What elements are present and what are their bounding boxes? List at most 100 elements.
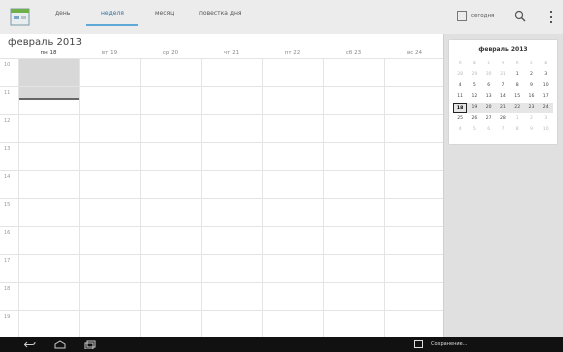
weekday-label: п bbox=[515, 60, 519, 65]
day-header[interactable]: чт 21 bbox=[201, 50, 262, 56]
mini-calendar-day[interactable]: 4 bbox=[453, 125, 467, 135]
search-icon[interactable] bbox=[514, 10, 528, 22]
hour-row[interactable]: 18 bbox=[0, 282, 443, 311]
hour-label: 12 bbox=[4, 118, 11, 124]
day-column-divider bbox=[384, 58, 385, 337]
weekday-label: в bbox=[473, 60, 476, 65]
day-header[interactable]: пт 22 bbox=[262, 50, 323, 56]
mini-calendar-day[interactable]: 29 bbox=[467, 70, 481, 80]
mini-calendar-day[interactable]: 26 bbox=[467, 114, 481, 124]
hour-label: 13 bbox=[4, 146, 11, 152]
tab-day[interactable]: день bbox=[55, 10, 70, 17]
day-header[interactable]: пн 18 bbox=[18, 50, 79, 56]
mini-calendar-day[interactable]: 28 bbox=[496, 114, 510, 124]
mini-calendar-day[interactable]: 28 bbox=[453, 70, 467, 80]
day-header[interactable]: вт 19 bbox=[79, 50, 140, 56]
calendar-today-icon bbox=[457, 11, 467, 21]
mini-calendar-day[interactable]: 22 bbox=[510, 103, 524, 113]
mini-calendar-week: 4 5 6 7 8 9 10 bbox=[453, 81, 553, 91]
hour-label: 10 bbox=[4, 62, 11, 68]
tab-week[interactable]: неделя bbox=[101, 10, 124, 17]
mini-calendar-day[interactable]: 23 bbox=[524, 103, 538, 113]
hour-row[interactable]: 16 bbox=[0, 226, 443, 255]
mini-calendar-week: 28 29 30 31 1 2 3 bbox=[453, 70, 553, 80]
mini-calendar-day[interactable]: 14 bbox=[496, 92, 510, 102]
hour-row[interactable]: 12 bbox=[0, 114, 443, 143]
mini-calendar-day[interactable]: 16 bbox=[524, 92, 538, 102]
mini-calendar-day[interactable]: 20 bbox=[482, 103, 496, 113]
hour-label: 15 bbox=[4, 202, 11, 208]
mini-calendar-day[interactable]: 18 bbox=[453, 103, 468, 113]
mini-calendar-day[interactable]: 10 bbox=[539, 81, 553, 91]
hour-row[interactable]: 15 bbox=[0, 198, 443, 227]
hour-row[interactable]: 19 bbox=[0, 310, 443, 339]
today-button[interactable]: сегодня bbox=[457, 9, 494, 23]
day-column-divider bbox=[140, 58, 141, 337]
mini-calendar-day[interactable]: 17 bbox=[539, 92, 553, 102]
mini-calendar[interactable]: февраль 2013 п в с ч п с в 28 29 30 31 1 2 3 4 5 6 7 8 9 10 1… bbox=[449, 40, 557, 144]
mini-calendar-day[interactable]: 1 bbox=[510, 114, 524, 124]
weekday-label: п bbox=[458, 60, 462, 65]
mini-calendar-day[interactable]: 4 bbox=[453, 81, 467, 91]
mini-calendar-day[interactable]: 6 bbox=[482, 125, 496, 135]
mini-calendar-day[interactable]: 11 bbox=[453, 92, 467, 102]
back-icon[interactable] bbox=[24, 340, 36, 349]
mini-calendar-day[interactable]: 31 bbox=[496, 70, 510, 80]
active-tab-indicator bbox=[86, 24, 138, 26]
mini-calendar-day[interactable]: 7 bbox=[496, 125, 510, 135]
mini-calendar-day[interactable]: 24 bbox=[539, 103, 553, 113]
hour-row[interactable]: 14 bbox=[0, 170, 443, 199]
overflow-menu-icon[interactable] bbox=[549, 11, 553, 23]
week-grid[interactable]: 10 11 12 13 14 15 16 17 18 19 bbox=[0, 58, 446, 339]
mini-calendar-day[interactable]: 8 bbox=[510, 125, 524, 135]
mini-calendar-day[interactable]: 9 bbox=[524, 125, 538, 135]
hour-row[interactable]: 10 bbox=[0, 58, 443, 87]
calendar-app-icon[interactable] bbox=[10, 6, 30, 26]
mini-calendar-week: 11 12 13 14 15 16 17 bbox=[453, 92, 553, 102]
mini-calendar-day[interactable]: 30 bbox=[482, 70, 496, 80]
tab-agenda[interactable]: повестка дня bbox=[199, 10, 242, 17]
hour-row[interactable]: 13 bbox=[0, 142, 443, 171]
system-navigation-bar: Сохранение... bbox=[0, 337, 563, 352]
mini-calendar-day[interactable]: 3 bbox=[539, 114, 553, 124]
recent-apps-icon[interactable] bbox=[84, 340, 96, 349]
screenshot-icon bbox=[414, 340, 423, 348]
mini-calendar-day[interactable]: 3 bbox=[539, 70, 553, 80]
notification-text: Сохранение... bbox=[431, 341, 468, 347]
today-label: сегодня bbox=[471, 13, 495, 19]
weekday-label: в bbox=[544, 60, 547, 65]
hour-row[interactable]: 17 bbox=[0, 254, 443, 283]
weekday-label: с bbox=[487, 60, 490, 65]
mini-calendar-day[interactable]: 12 bbox=[467, 92, 481, 102]
mini-calendar-day[interactable]: 2 bbox=[524, 114, 538, 124]
hour-label: 11 bbox=[4, 90, 11, 96]
mini-calendar-day[interactable]: 15 bbox=[510, 92, 524, 102]
mini-calendar-weekdays: пвсчпсв bbox=[453, 58, 553, 68]
day-column-divider bbox=[323, 58, 324, 337]
mini-calendar-day[interactable]: 13 bbox=[482, 92, 496, 102]
mini-calendar-title: февраль 2013 bbox=[478, 46, 528, 53]
mini-calendar-day[interactable]: 19 bbox=[467, 103, 481, 113]
mini-calendar-day[interactable]: 8 bbox=[510, 81, 524, 91]
day-header[interactable]: ср 20 bbox=[140, 50, 201, 56]
notification-area[interactable]: Сохранение... bbox=[414, 340, 467, 348]
action-bar: день неделя месяц повестка дня сегодня bbox=[0, 0, 563, 35]
day-header[interactable]: вс 24 bbox=[384, 50, 445, 56]
weekday-label: с bbox=[530, 60, 533, 65]
mini-calendar-day[interactable]: 10 bbox=[539, 125, 553, 135]
tab-month[interactable]: месяц bbox=[155, 10, 174, 17]
home-icon[interactable] bbox=[54, 340, 66, 349]
hour-row[interactable]: 11 bbox=[0, 86, 443, 115]
mini-calendar-day[interactable]: 25 bbox=[453, 114, 467, 124]
mini-calendar-day[interactable]: 27 bbox=[482, 114, 496, 124]
mini-calendar-day[interactable]: 9 bbox=[524, 81, 538, 91]
mini-calendar-day[interactable]: 5 bbox=[467, 125, 481, 135]
mini-calendar-day[interactable]: 7 bbox=[496, 81, 510, 91]
day-header[interactable]: сб 23 bbox=[323, 50, 384, 56]
mini-calendar-day[interactable]: 6 bbox=[482, 81, 496, 91]
mini-calendar-day[interactable]: 1 bbox=[510, 70, 524, 80]
mini-calendar-day[interactable]: 5 bbox=[467, 81, 481, 91]
day-column-divider bbox=[201, 58, 202, 337]
mini-calendar-day[interactable]: 2 bbox=[524, 70, 538, 80]
mini-calendar-day[interactable]: 21 bbox=[496, 103, 510, 113]
